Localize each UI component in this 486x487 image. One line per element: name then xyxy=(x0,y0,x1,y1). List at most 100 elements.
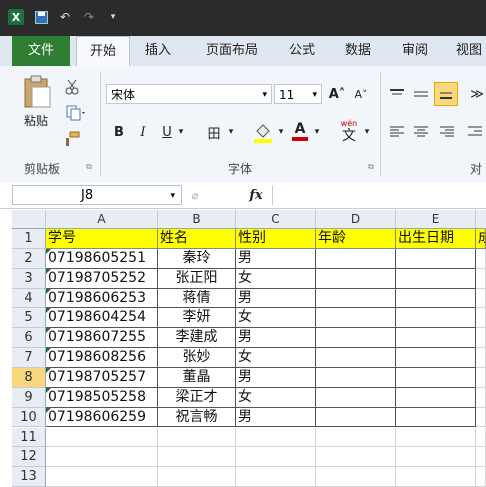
undo-icon[interactable]: ↶ xyxy=(58,10,72,24)
cell[interactable] xyxy=(476,348,486,368)
cut-icon[interactable] xyxy=(62,78,82,96)
gender-cell[interactable]: 男 xyxy=(236,367,316,388)
name-cell[interactable]: 董晶 xyxy=(158,367,236,388)
header-cell[interactable]: 成 xyxy=(476,229,486,249)
id-cell[interactable]: 07198605251 xyxy=(46,248,158,269)
chevron-down-icon[interactable]: ▾ xyxy=(362,122,372,142)
shrink-font-button[interactable]: A˅ xyxy=(350,84,372,104)
column-header-a[interactable]: A xyxy=(46,210,158,229)
tab-data[interactable]: 数据 xyxy=(334,36,382,66)
row-header[interactable]: 6 xyxy=(12,328,46,349)
row-header[interactable]: 13 xyxy=(12,467,46,487)
fill-color-icon[interactable] xyxy=(252,120,274,144)
paste-icon[interactable] xyxy=(20,74,54,110)
header-cell[interactable]: 学号 xyxy=(46,229,158,249)
column-header-b[interactable]: B xyxy=(158,210,236,229)
orientation-icon[interactable]: ≫ xyxy=(468,84,486,104)
cell[interactable] xyxy=(396,407,476,428)
cell[interactable] xyxy=(396,268,476,289)
tab-formulas[interactable]: 公式 xyxy=(280,36,324,66)
cell[interactable] xyxy=(476,367,486,388)
cell[interactable] xyxy=(476,288,486,309)
format-painter-icon[interactable] xyxy=(62,130,82,148)
row-header[interactable]: 2 xyxy=(12,248,46,269)
name-cell[interactable]: 张正阳 xyxy=(158,268,236,289)
spreadsheet-grid[interactable]: A B C D E 1学号姓名性别年龄出生日期成207198605251秦玲男3… xyxy=(12,210,486,487)
cell[interactable] xyxy=(236,427,316,448)
gender-cell[interactable]: 女 xyxy=(236,308,316,329)
align-middle-icon[interactable] xyxy=(412,86,430,102)
row-header[interactable]: 9 xyxy=(12,387,46,408)
cell[interactable] xyxy=(476,407,486,428)
cell[interactable] xyxy=(476,328,486,349)
name-cell[interactable]: 蒋倩 xyxy=(158,288,236,309)
row-header[interactable]: 7 xyxy=(12,348,46,368)
cell[interactable] xyxy=(396,467,476,487)
bold-button[interactable]: B xyxy=(110,122,128,142)
cell[interactable] xyxy=(396,427,476,448)
cell[interactable] xyxy=(476,268,486,289)
italic-button[interactable]: I xyxy=(134,122,152,142)
cell[interactable] xyxy=(396,348,476,368)
row-header[interactable]: 8 xyxy=(12,367,46,388)
chevron-down-icon[interactable]: ▾ xyxy=(176,122,186,142)
select-all-corner[interactable] xyxy=(12,210,46,229)
gender-cell[interactable]: 男 xyxy=(236,288,316,309)
cancel-icon[interactable]: ⌀ xyxy=(186,186,204,204)
name-cell[interactable]: 梁正才 xyxy=(158,387,236,408)
column-header-d[interactable]: D xyxy=(316,210,396,229)
row-header[interactable]: 4 xyxy=(12,288,46,309)
font-size-select[interactable]: 11 ▾ xyxy=(274,84,322,104)
chevron-down-icon[interactable]: ▾ xyxy=(226,122,236,142)
cell[interactable] xyxy=(316,268,396,289)
id-cell[interactable]: 07198604254 xyxy=(46,308,158,329)
row-header[interactable]: 5 xyxy=(12,308,46,329)
cell[interactable] xyxy=(46,447,158,468)
column-header-e[interactable]: E xyxy=(396,210,476,229)
tab-page-layout[interactable]: 页面布局 xyxy=(194,36,270,66)
cell[interactable] xyxy=(316,328,396,349)
name-cell[interactable]: 张妙 xyxy=(158,348,236,368)
insert-function-button[interactable]: fx xyxy=(244,185,268,205)
font-name-select[interactable]: 宋体 ▾ xyxy=(106,84,272,104)
cell[interactable] xyxy=(316,367,396,388)
clipboard-launcher-icon[interactable]: ⧉ xyxy=(84,162,94,172)
tab-review[interactable]: 审阅 xyxy=(392,36,438,66)
cell[interactable] xyxy=(396,328,476,349)
redo-icon[interactable]: ↷ xyxy=(82,10,96,24)
chevron-down-icon[interactable]: ▾ xyxy=(170,186,175,206)
cell[interactable] xyxy=(476,447,486,468)
cell[interactable] xyxy=(396,288,476,309)
id-cell[interactable]: 07198606253 xyxy=(46,288,158,309)
name-cell[interactable]: 秦玲 xyxy=(158,248,236,269)
gender-cell[interactable]: 男 xyxy=(236,328,316,349)
cell[interactable] xyxy=(396,308,476,329)
header-cell[interactable]: 姓名 xyxy=(158,229,236,249)
cell[interactable] xyxy=(396,367,476,388)
copy-icon[interactable] xyxy=(62,104,90,122)
cell[interactable] xyxy=(46,427,158,448)
row-header[interactable]: 12 xyxy=(12,447,46,468)
cell[interactable] xyxy=(476,387,486,408)
column-header-c[interactable]: C xyxy=(236,210,316,229)
underline-button[interactable]: U xyxy=(158,122,176,142)
id-cell[interactable]: 07198705252 xyxy=(46,268,158,289)
id-cell[interactable]: 07198607255 xyxy=(46,328,158,349)
save-icon[interactable] xyxy=(34,10,48,24)
id-cell[interactable]: 07198705257 xyxy=(46,367,158,388)
cell[interactable] xyxy=(476,248,486,269)
cell[interactable] xyxy=(316,467,396,487)
gender-cell[interactable]: 女 xyxy=(236,268,316,289)
header-cell[interactable]: 年龄 xyxy=(316,229,396,249)
column-header-f[interactable] xyxy=(476,210,486,229)
id-cell[interactable]: 07198505258 xyxy=(46,387,158,408)
chevron-down-icon[interactable]: ▾ xyxy=(276,122,286,142)
cell[interactable] xyxy=(46,467,158,487)
tab-view[interactable]: 视图 xyxy=(446,36,486,66)
cell[interactable] xyxy=(476,308,486,329)
cell[interactable] xyxy=(316,387,396,408)
name-box[interactable]: J8 ▾ xyxy=(12,185,182,205)
cell[interactable] xyxy=(476,427,486,448)
cell[interactable] xyxy=(396,248,476,269)
name-cell[interactable]: 李妍 xyxy=(158,308,236,329)
